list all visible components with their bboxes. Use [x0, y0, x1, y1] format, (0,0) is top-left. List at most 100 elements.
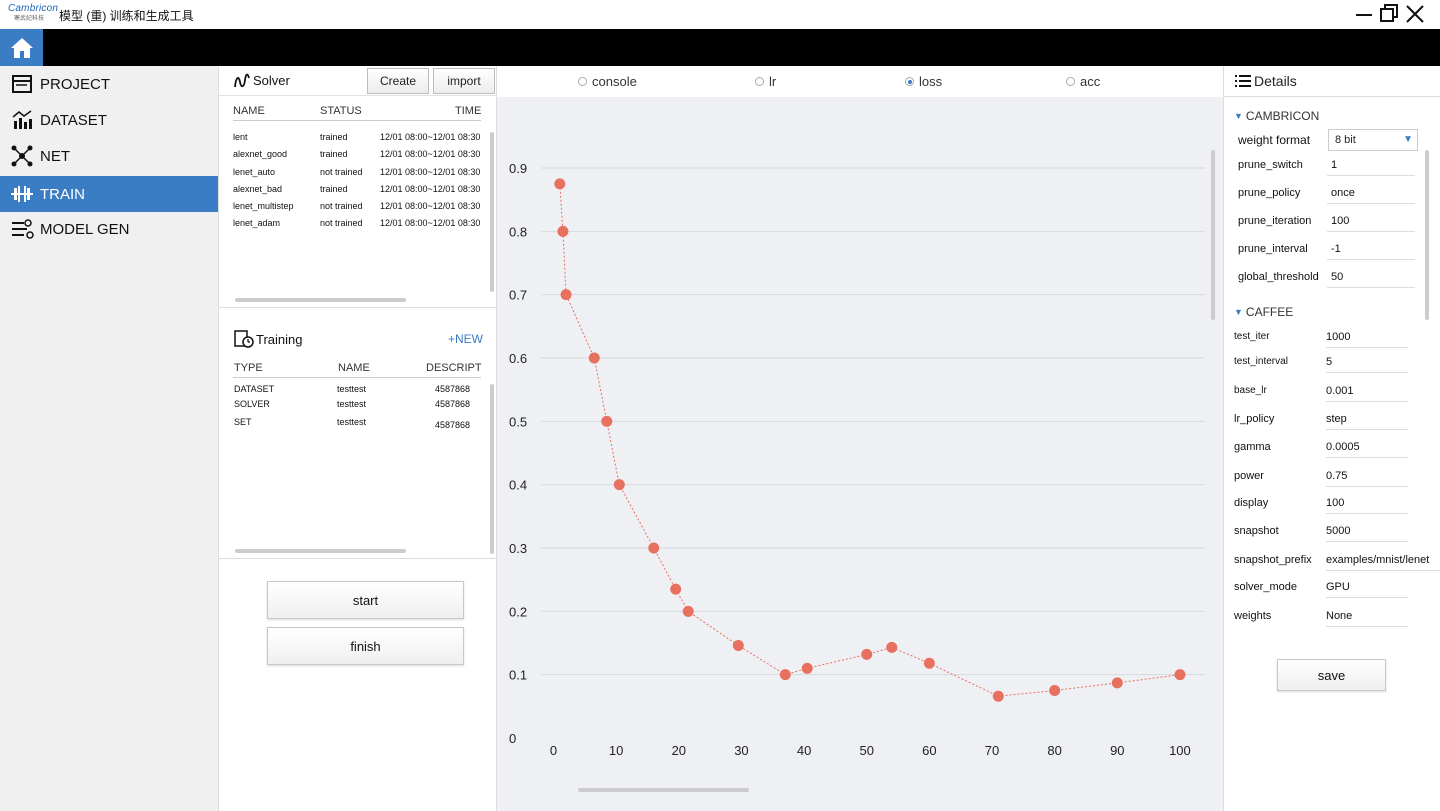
minimize-button[interactable]	[1352, 2, 1376, 26]
training-title: Training	[256, 331, 303, 347]
select-value: 8 bit	[1335, 134, 1356, 146]
data-point	[557, 225, 569, 237]
close-button[interactable]	[1403, 2, 1427, 26]
param-row: prune_interval -1	[1234, 236, 1415, 262]
data-point	[1049, 685, 1061, 696]
chart-horizontal-scrollbar[interactable]	[578, 788, 749, 792]
details-vertical-scrollbar[interactable]	[1425, 150, 1429, 320]
train-icon	[10, 182, 34, 206]
x-tick-label: 10	[609, 743, 623, 758]
start-button[interactable]: start	[267, 581, 464, 619]
cell-name: testtest	[337, 399, 367, 409]
data-point	[992, 690, 1004, 702]
column-header: TYPE	[234, 362, 263, 374]
sidebar-item-net[interactable]: NET	[0, 138, 218, 174]
sidebar-item-project[interactable]: PROJECT	[0, 66, 218, 102]
param-input[interactable]: examples/mnist/lenet	[1326, 547, 1440, 571]
caffee-group-toggle[interactable]: ▼ CAFFEE	[1234, 305, 1293, 319]
y-tick-label: 0.8	[509, 224, 527, 239]
param-row: test_iter 1000	[1234, 324, 1409, 350]
param-input[interactable]: 50	[1327, 264, 1415, 288]
solver-training-panel: Solver Create import NAME STATUS TIME le…	[218, 66, 498, 811]
sidebar-item-dataset[interactable]: DATASET	[0, 102, 218, 138]
table-row[interactable]: alexnet_good trained 12/01 08:00~12/01 0…	[233, 146, 495, 163]
data-point	[1174, 669, 1186, 681]
group-title: CAMBRICON	[1245, 109, 1320, 123]
param-input[interactable]: 5000	[1326, 518, 1408, 542]
x-tick-label: 60	[922, 743, 936, 758]
restore-button[interactable]	[1377, 2, 1401, 26]
import-button[interactable]: import	[433, 68, 495, 94]
param-input[interactable]: -1	[1327, 236, 1415, 260]
cell-type: SOLVER	[234, 399, 270, 409]
y-tick-label: 0.5	[509, 414, 527, 429]
param-label: base_lr	[1234, 385, 1267, 396]
training-vertical-scrollbar[interactable]	[490, 384, 494, 554]
cell-type: DATASET	[234, 384, 275, 394]
project-icon	[10, 72, 34, 96]
table-row[interactable]: lenet_auto not trained 12/01 08:00~12/01…	[233, 164, 495, 181]
param-input[interactable]: 1000	[1326, 324, 1408, 348]
param-row: power 0.75	[1234, 463, 1409, 489]
chart-vertical-scrollbar[interactable]	[1211, 150, 1215, 320]
table-row[interactable]: SOLVER testtest 4587868	[233, 396, 495, 413]
sidebar-item-label: DATASET	[40, 111, 107, 129]
param-input[interactable]: 100	[1326, 490, 1408, 514]
x-tick-label: 50	[860, 743, 874, 758]
param-input[interactable]: 100	[1327, 208, 1415, 232]
net-icon	[10, 144, 34, 168]
param-input[interactable]: 0.0005	[1326, 434, 1408, 458]
finish-button[interactable]: finish	[267, 627, 464, 665]
table-row[interactable]: SET testtest 4587868	[233, 414, 495, 431]
param-input[interactable]: 0.75	[1326, 463, 1408, 487]
cell-status: trained	[320, 149, 348, 159]
x-tick-label: 70	[985, 743, 999, 758]
new-training-link[interactable]: +NEW	[448, 332, 483, 346]
param-label: prune_iteration	[1238, 215, 1312, 227]
solver-horizontal-scrollbar[interactable]	[235, 298, 406, 302]
column-header: STATUS	[320, 105, 362, 117]
cell-status: not trained	[320, 167, 363, 177]
param-row: snapshot_prefix examples/mnist/lenet	[1234, 547, 1440, 573]
table-row[interactable]: lent trained 12/01 08:00~12/01 08:30	[233, 129, 495, 146]
table-row[interactable]: alexnet_bad trained 12/01 08:00~12/01 08…	[233, 181, 495, 198]
cell-status: not trained	[320, 218, 363, 228]
param-input[interactable]: GPU	[1326, 574, 1408, 598]
home-button[interactable]	[0, 29, 43, 66]
cambricon-group-toggle[interactable]: ▼ CAMBRICON	[1234, 109, 1319, 123]
param-input[interactable]: once	[1327, 180, 1415, 204]
logo-subtext: 寒武纪科技	[14, 16, 45, 22]
cell-name: alexnet_bad	[233, 184, 283, 194]
data-point	[886, 641, 898, 653]
param-row: weights None	[1234, 603, 1409, 629]
cell-name: testtest	[337, 417, 367, 427]
param-label: weights	[1234, 610, 1272, 622]
table-row[interactable]: lenet_adam not trained 12/01 08:00~12/01…	[233, 215, 495, 232]
training-horizontal-scrollbar[interactable]	[235, 549, 406, 553]
sidebar-item-model-gen[interactable]: MODEL GEN	[0, 211, 218, 247]
sidebar-item-train[interactable]: TRAIN	[0, 176, 218, 212]
solver-vertical-scrollbar[interactable]	[490, 132, 494, 292]
param-input[interactable]: 1	[1327, 152, 1415, 176]
cell-status: not trained	[320, 201, 363, 211]
weight-format-select[interactable]: 8 bit ▼	[1328, 129, 1418, 151]
data-point	[801, 662, 813, 674]
column-header: TIME	[455, 105, 482, 117]
app-title: 模型 (重) 训练和生成工具	[59, 9, 194, 23]
cell-time: 12/01 08:00~12/01 08:30	[380, 201, 481, 211]
table-row[interactable]: lenet_multistep not trained 12/01 08:00~…	[233, 198, 495, 215]
save-button[interactable]: save	[1277, 659, 1386, 691]
create-button[interactable]: Create	[367, 68, 429, 94]
y-tick-label: 0.2	[509, 604, 527, 619]
x-tick-label: 0	[550, 743, 557, 758]
data-point	[732, 640, 744, 652]
param-input[interactable]: None	[1326, 603, 1408, 627]
param-row: lr_policy step	[1234, 406, 1409, 432]
home-icon	[10, 37, 33, 58]
param-input[interactable]: 0.001	[1326, 378, 1408, 402]
param-input[interactable]: 5	[1326, 349, 1408, 373]
loss-line	[559, 183, 1181, 697]
cell-name: alexnet_good	[233, 149, 288, 159]
param-input[interactable]: step	[1326, 406, 1408, 430]
param-row: display 100	[1234, 490, 1409, 516]
